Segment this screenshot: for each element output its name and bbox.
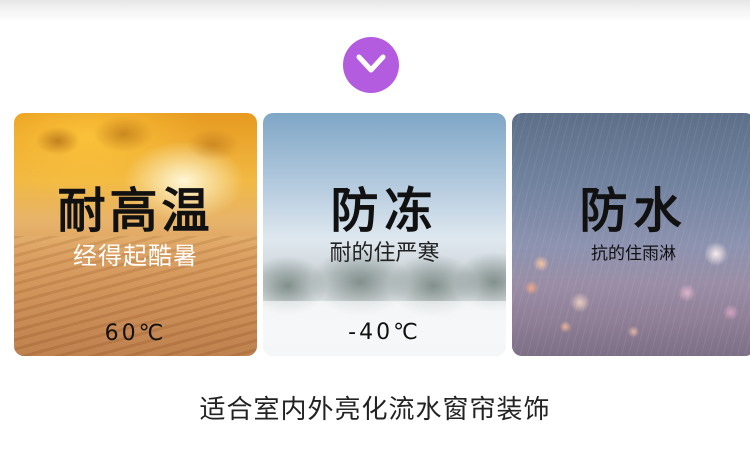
card-subtitle: 抗的住雨淋 xyxy=(591,244,676,264)
usage-caption: 适合室内外亮化流水窗帘装饰 xyxy=(199,395,551,425)
card-temperature: 60℃ xyxy=(104,321,167,346)
card-title: 防水 xyxy=(579,183,688,239)
card-subtitle: 耐的住严寒 xyxy=(329,241,440,266)
card-title: 防冻 xyxy=(330,183,439,239)
card-subtitle: 经得起酷暑 xyxy=(73,242,198,270)
chevron-down-icon xyxy=(356,54,386,73)
top-shadow-divider xyxy=(0,0,750,22)
card-temperature: -40℃ xyxy=(348,320,421,345)
card-heat-resistant: 耐高温 经得起酷暑 60℃ xyxy=(14,113,257,356)
card-title: 耐高温 xyxy=(57,183,214,239)
chevron-down-badge xyxy=(343,37,399,93)
card-waterproof: 防水 抗的住雨淋 xyxy=(512,113,750,356)
card-freeze-resistant: 防冻 耐的住严寒 -40℃ xyxy=(263,113,506,356)
palm-silhouette-decoration xyxy=(14,113,257,183)
